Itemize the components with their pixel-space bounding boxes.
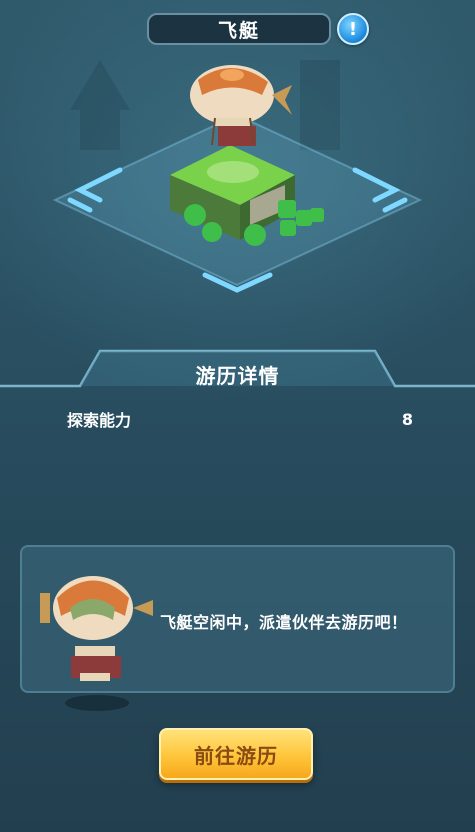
go-explore-button[interactable]: 前往游历 — [159, 728, 313, 780]
airship-scene — [52, 60, 423, 293]
stat-label: 探索能力 — [67, 411, 132, 430]
go-explore-label: 前往游历 — [194, 743, 278, 768]
idle-message: 飞艇空闲中，派遣伙伴去游历吧！ — [160, 613, 408, 632]
info-button[interactable]: ! — [337, 13, 369, 45]
page-title: 飞艇 — [147, 13, 331, 45]
airship-small-icon — [40, 576, 153, 711]
page-title-text: 飞艇 — [217, 19, 260, 42]
panel-title: 游历详情 — [195, 364, 280, 388]
stat-value: 8 — [401, 409, 413, 429]
exclamation-icon: ! — [348, 18, 358, 40]
stat-row-exploration: 探索能力 8 — [67, 407, 413, 431]
